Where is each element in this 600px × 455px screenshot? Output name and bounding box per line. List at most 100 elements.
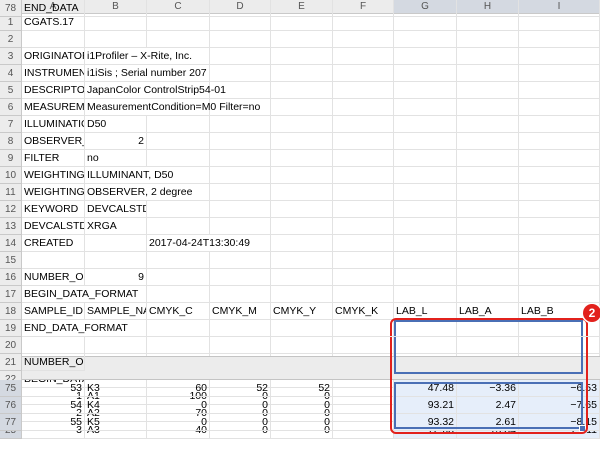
cell-f2[interactable] bbox=[333, 31, 394, 48]
cell-e8[interactable] bbox=[271, 133, 333, 150]
cell-b3[interactable]: i1Profiler – X-Rite, Inc. bbox=[85, 48, 600, 65]
cell-g12[interactable] bbox=[394, 201, 457, 218]
cell-a20[interactable] bbox=[22, 337, 85, 354]
cell-i8[interactable] bbox=[519, 133, 600, 150]
cell-a12[interactable]: KEYWORD bbox=[22, 201, 85, 218]
cell-a17[interactable]: BEGIN_DATA_FORMAT bbox=[22, 286, 600, 303]
row-header[interactable]: 76 bbox=[0, 397, 22, 414]
cell-a21[interactable]: NUMBER_OF_S bbox=[22, 354, 85, 371]
cell-f13[interactable] bbox=[333, 218, 394, 235]
cell-g16[interactable] bbox=[394, 269, 457, 286]
cell-d8[interactable] bbox=[210, 133, 271, 150]
row-header[interactable]: 17 bbox=[0, 286, 22, 303]
cell-a16[interactable]: NUMBER_OF_F bbox=[22, 269, 85, 286]
cell-i2[interactable] bbox=[519, 31, 600, 48]
cell-a77[interactable]: 55 bbox=[22, 414, 85, 431]
cell-c2[interactable] bbox=[147, 31, 210, 48]
cell-e9[interactable] bbox=[271, 150, 333, 167]
cell-h13[interactable] bbox=[457, 218, 519, 235]
cell-d12[interactable] bbox=[210, 201, 271, 218]
cell-f77[interactable] bbox=[333, 414, 394, 431]
cell-c12[interactable] bbox=[147, 201, 210, 218]
cell-e2[interactable] bbox=[271, 31, 333, 48]
cell-c9[interactable] bbox=[147, 150, 210, 167]
cell-f9[interactable] bbox=[333, 150, 394, 167]
cell-g15[interactable] bbox=[394, 252, 457, 269]
cell-h8[interactable] bbox=[457, 133, 519, 150]
cell-e12[interactable] bbox=[271, 201, 333, 218]
cell-b20[interactable] bbox=[85, 337, 147, 354]
cell-a18[interactable]: SAMPLE_ID bbox=[22, 303, 85, 320]
cell-e16[interactable] bbox=[271, 269, 333, 286]
cell-c76[interactable]: 0 bbox=[147, 397, 210, 414]
row-header[interactable]: 15 bbox=[0, 252, 22, 269]
cell-i9[interactable] bbox=[519, 150, 600, 167]
cell-a11[interactable]: WEIGHTING_FU bbox=[22, 184, 85, 201]
row-header[interactable]: 78 bbox=[0, 0, 22, 17]
cell-b7[interactable]: D50 bbox=[85, 116, 147, 133]
cell-b4[interactable]: i1iSis ; Serial number 207 bbox=[85, 65, 600, 82]
row-header[interactable]: 7 bbox=[0, 116, 22, 133]
cell-d13[interactable] bbox=[210, 218, 271, 235]
cell-b13[interactable]: XRGA bbox=[85, 218, 147, 235]
cell-f12[interactable] bbox=[333, 201, 394, 218]
cell-a7[interactable]: ILLUMINATION bbox=[22, 116, 85, 133]
cell-f15[interactable] bbox=[333, 252, 394, 269]
cell-b16[interactable]: 9 bbox=[85, 269, 147, 286]
cell-a5[interactable]: DESCRIPTOR bbox=[22, 82, 85, 99]
row-header[interactable]: 75 bbox=[0, 380, 22, 397]
cell-c16[interactable] bbox=[147, 269, 210, 286]
cell-c18[interactable]: CMYK_C bbox=[147, 303, 210, 320]
cell-c78[interactable] bbox=[147, 0, 210, 17]
cell-g13[interactable] bbox=[394, 218, 457, 235]
cell-a10[interactable]: WEIGHTING_FU bbox=[22, 167, 85, 184]
cell-b75[interactable]: K3 bbox=[85, 380, 147, 397]
cell-g7[interactable] bbox=[394, 116, 457, 133]
cell-g78[interactable] bbox=[394, 0, 457, 17]
row-header[interactable]: 16 bbox=[0, 269, 22, 286]
row-header[interactable]: 20 bbox=[0, 337, 22, 354]
cell-d20[interactable] bbox=[210, 337, 271, 354]
row-header[interactable]: 77 bbox=[0, 414, 22, 431]
cell-g8[interactable] bbox=[394, 133, 457, 150]
cell-h16[interactable] bbox=[457, 269, 519, 286]
cell-f76[interactable] bbox=[333, 397, 394, 414]
cell-a9[interactable]: FILTER bbox=[22, 150, 85, 167]
row-header[interactable]: 2 bbox=[0, 31, 22, 48]
cell-a13[interactable]: DEVCALSTD bbox=[22, 218, 85, 235]
row-header[interactable]: 21 bbox=[0, 354, 22, 371]
cell-c7[interactable] bbox=[147, 116, 210, 133]
cell-d7[interactable] bbox=[210, 116, 271, 133]
cell-c75[interactable]: 60 bbox=[147, 380, 210, 397]
cell-a15[interactable] bbox=[22, 252, 85, 269]
cell-b9[interactable]: no bbox=[85, 150, 147, 167]
cell-c8[interactable] bbox=[147, 133, 210, 150]
cell-e13[interactable] bbox=[271, 218, 333, 235]
row-header[interactable]: 14 bbox=[0, 235, 22, 252]
cell-a3[interactable]: ORIGINATOR bbox=[22, 48, 85, 65]
cell-f7[interactable] bbox=[333, 116, 394, 133]
cell-f18[interactable]: CMYK_K bbox=[333, 303, 394, 320]
cell-b15[interactable] bbox=[85, 252, 147, 269]
cell-e77[interactable]: 0 bbox=[271, 414, 333, 431]
cell-c77[interactable]: 0 bbox=[147, 414, 210, 431]
cell-d75[interactable]: 52 bbox=[210, 380, 271, 397]
row-header[interactable]: 4 bbox=[0, 65, 22, 82]
cell-f78[interactable] bbox=[333, 0, 394, 17]
cell-d77[interactable]: 0 bbox=[210, 414, 271, 431]
cell-e7[interactable] bbox=[271, 116, 333, 133]
row-header[interactable]: 18 bbox=[0, 303, 22, 320]
cell-c20[interactable] bbox=[147, 337, 210, 354]
cell-b18[interactable]: SAMPLE_NAME bbox=[85, 303, 147, 320]
cell-d18[interactable]: CMYK_M bbox=[210, 303, 271, 320]
cell-h15[interactable] bbox=[457, 252, 519, 269]
cell-d9[interactable] bbox=[210, 150, 271, 167]
cell-a19[interactable]: END_DATA_FORMAT bbox=[22, 320, 600, 337]
cell-f75[interactable] bbox=[333, 380, 394, 397]
row-header[interactable]: 12 bbox=[0, 201, 22, 218]
cell-d76[interactable]: 0 bbox=[210, 397, 271, 414]
cell-e20[interactable] bbox=[271, 337, 333, 354]
cell-b6[interactable]: MeasurementCondition=M0 Filter=no bbox=[85, 99, 600, 116]
cell-d16[interactable] bbox=[210, 269, 271, 286]
row-header[interactable]: 3 bbox=[0, 48, 22, 65]
